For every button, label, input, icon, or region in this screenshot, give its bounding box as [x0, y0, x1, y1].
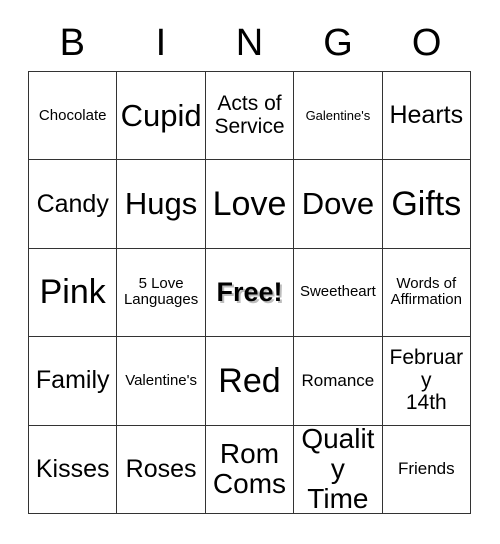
- bingo-cell-label: Cupid: [120, 97, 202, 133]
- bingo-cell[interactable]: Red: [205, 337, 295, 426]
- bingo-cell[interactable]: Family: [29, 337, 118, 426]
- bingo-cell[interactable]: Valentine's: [117, 337, 206, 426]
- bingo-cell-label: Red: [218, 361, 281, 400]
- bingo-cell[interactable]: Friends: [382, 425, 471, 514]
- bingo-cell-label: Roses: [125, 454, 197, 483]
- bingo-header-letter-o: O: [411, 22, 442, 64]
- bingo-cell[interactable]: February 14th: [382, 337, 471, 426]
- bingo-cell[interactable]: Rom Coms: [205, 425, 295, 514]
- bingo-cell-label: 5 Love Languages: [123, 275, 199, 309]
- bingo-free-space[interactable]: Free!: [205, 248, 295, 338]
- bingo-cell-label: Romance: [301, 370, 375, 390]
- bingo-cell-label: Friends: [397, 459, 455, 479]
- bingo-cell-label: Sweetheart: [299, 283, 376, 301]
- bingo-cell-label: Hearts: [389, 101, 464, 130]
- bingo-cell-label: Candy: [36, 189, 109, 218]
- bingo-cell[interactable]: Cupid: [117, 72, 206, 161]
- bingo-card: B I N G O Chocolate Cupid Acts of Service Galen…: [0, 0, 500, 544]
- bingo-cell[interactable]: Romance: [294, 337, 383, 426]
- bingo-cell-label: Free!: [216, 276, 283, 307]
- bingo-cell[interactable]: Quality Time: [294, 425, 383, 514]
- bingo-header-letter-n: N: [235, 22, 264, 64]
- bingo-header-letter-b: B: [59, 22, 85, 64]
- bingo-header-row: BINGO: [28, 18, 471, 68]
- bingo-cell[interactable]: Galentine's: [294, 72, 383, 161]
- bingo-cell[interactable]: Acts of Service: [205, 72, 295, 161]
- bingo-cell[interactable]: Hugs: [117, 160, 206, 249]
- bingo-cell-label: Chocolate: [38, 106, 107, 124]
- bingo-cell-label: Galentine's: [305, 107, 371, 123]
- bingo-header-letter-i: I: [155, 22, 167, 64]
- bingo-cell-label: February 14th: [389, 345, 464, 415]
- bingo-cell[interactable]: Kisses: [29, 425, 118, 514]
- bingo-cell[interactable]: Sweetheart: [294, 248, 383, 338]
- bingo-cell[interactable]: Hearts: [382, 72, 471, 161]
- bingo-cell-label: Hugs: [124, 186, 198, 222]
- bingo-cell-label: Valentine's: [125, 371, 197, 389]
- bingo-cell[interactable]: Chocolate: [29, 72, 118, 161]
- bingo-cell[interactable]: Pink: [29, 248, 118, 338]
- bingo-cell-label: Dove: [301, 186, 375, 222]
- bingo-cell-label: Love: [212, 184, 287, 223]
- bingo-cell-label: Kisses: [35, 454, 110, 483]
- bingo-cell-label: Gifts: [391, 184, 462, 223]
- bingo-cell-label: Acts of Service: [214, 92, 285, 138]
- bingo-cell-label: Rom Coms: [212, 438, 287, 500]
- bingo-cell-label: Words of Affirmation: [390, 275, 462, 309]
- bingo-cell-label: Family: [35, 366, 110, 395]
- bingo-cell[interactable]: 5 Love Languages: [117, 248, 206, 338]
- bingo-cell[interactable]: Dove: [294, 160, 383, 249]
- bingo-cell[interactable]: Words of Affirmation: [382, 248, 471, 338]
- bingo-cell[interactable]: Roses: [117, 425, 206, 514]
- bingo-cell[interactable]: Love: [205, 160, 295, 249]
- bingo-cell-label: Pink: [39, 273, 106, 312]
- bingo-cell[interactable]: Gifts: [382, 160, 471, 249]
- bingo-cell-label: Quality Time: [301, 425, 375, 514]
- bingo-header-letter-g: G: [323, 22, 353, 64]
- bingo-grid: Chocolate Cupid Acts of Service Galentine's…: [28, 71, 471, 514]
- bingo-cell[interactable]: Candy: [29, 160, 118, 249]
